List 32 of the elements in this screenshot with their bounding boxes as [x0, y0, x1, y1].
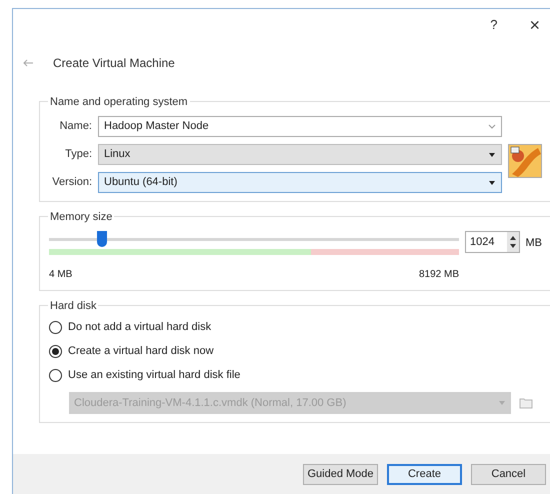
slider-thumb[interactable]: [97, 231, 108, 247]
radio-option[interactable]: Use an existing virtual hard disk file: [49, 368, 542, 383]
min-label: 4 MB: [49, 268, 72, 282]
memory-spin-field[interactable]: 1024: [465, 231, 520, 253]
field-value: Hadoop Master Node: [104, 119, 209, 134]
chevron-down-icon: [488, 122, 496, 130]
dialog-button[interactable]: Cancel: [471, 464, 546, 484]
field-label: Type:: [64, 147, 92, 162]
dialog-button[interactable]: Guided Mode: [303, 464, 378, 484]
dropdown[interactable]: Linux: [98, 144, 502, 165]
os-type-icon: [508, 144, 542, 178]
group-title: Memory size: [48, 209, 114, 226]
field-label: Version:: [51, 175, 92, 190]
name-combo-field[interactable]: Hadoop Master Node: [98, 116, 502, 137]
dropdown[interactable]: Ubuntu (64-bit): [98, 172, 502, 193]
field-label: Name:: [58, 119, 92, 134]
field-value: Linux: [104, 147, 130, 162]
caret-icon: [498, 399, 506, 407]
dialog-title: Create Virtual Machine: [53, 55, 175, 72]
spin-arrows-icon[interactable]: [506, 232, 518, 252]
unit-label: MB: [526, 236, 542, 251]
caret-icon: [488, 150, 496, 158]
max-label: 8192 MB: [418, 268, 459, 282]
close-button[interactable]: ×: [525, 12, 544, 38]
group-title: Name and operating system: [48, 94, 190, 110]
radio-option[interactable]: Do not add a virtual hard disk: [49, 320, 542, 335]
slider[interactable]: [49, 231, 459, 247]
radio-option[interactable]: Create a virtual hard disk now: [49, 344, 542, 359]
field-value: Ubuntu (64-bit): [104, 175, 178, 190]
dialog-button[interactable]: Create: [387, 464, 462, 484]
caret-icon: [488, 178, 496, 186]
help-button[interactable]: ?: [486, 15, 502, 35]
